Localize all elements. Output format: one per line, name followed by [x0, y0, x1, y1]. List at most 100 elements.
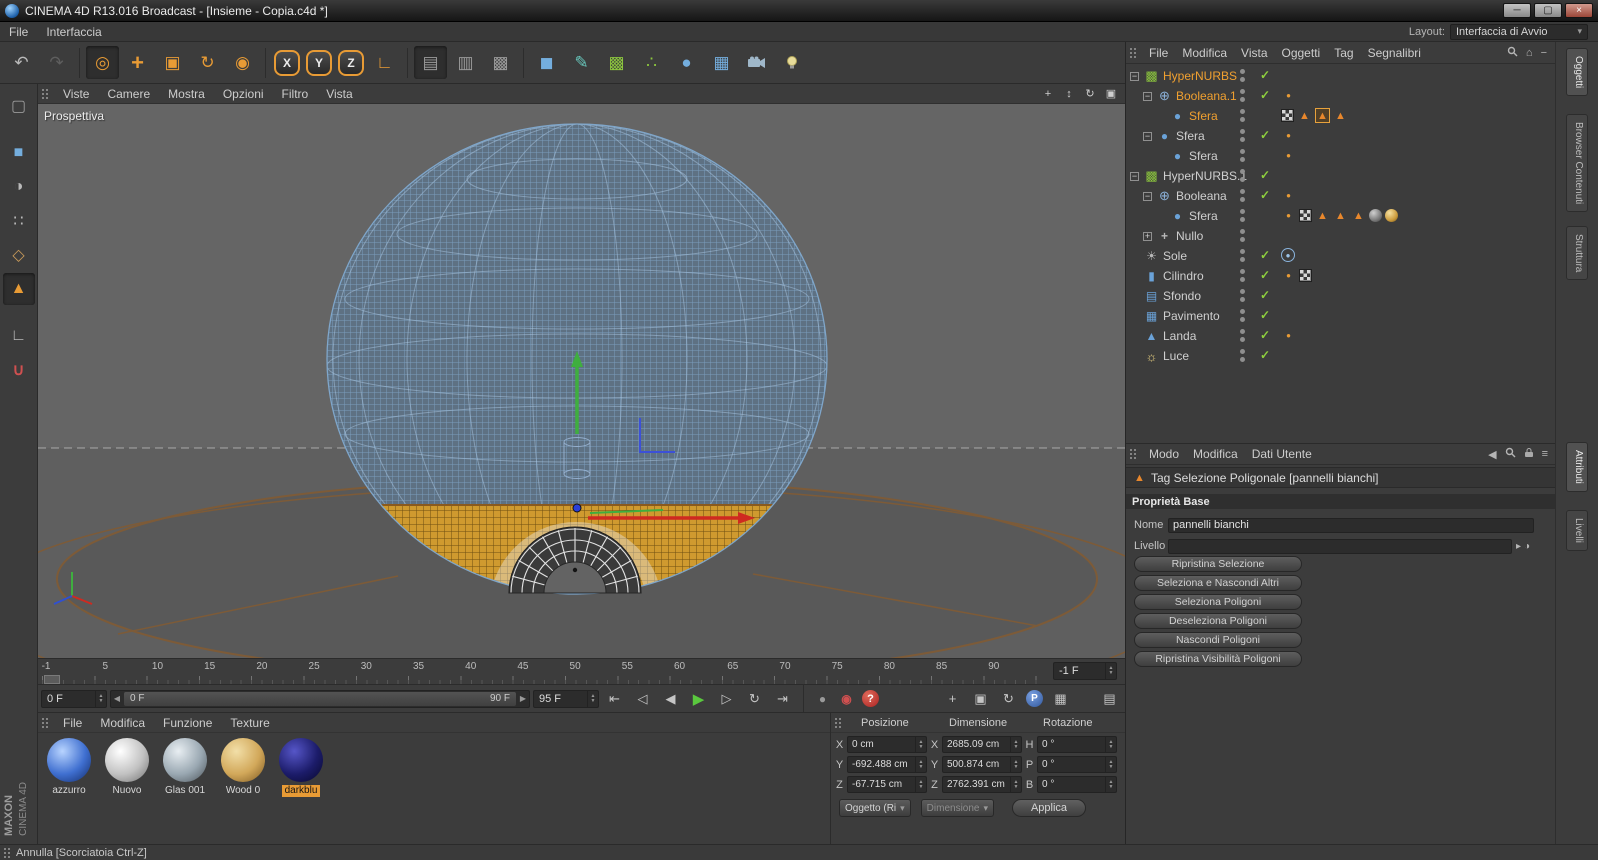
object-row-cilindro[interactable]: Cilindro: [1126, 266, 1556, 286]
add-spline-icon[interactable]: ✎: [565, 46, 598, 79]
workplane-icon[interactable]: ∟: [3, 320, 35, 352]
visibility-toggles[interactable]: [1240, 289, 1245, 302]
polygon-mode-icon[interactable]: ▲: [3, 273, 35, 305]
add-hypernurbs-icon[interactable]: ▩: [600, 46, 633, 79]
gold-material-tag[interactable]: [1385, 209, 1398, 222]
panel-grip[interactable]: [3, 847, 12, 859]
visibility-toggles[interactable]: [1240, 129, 1245, 142]
loop-button[interactable]: ↻: [742, 688, 767, 709]
seleziona-e-nascondi-altri-button[interactable]: Seleziona e Nascondi Altri: [1134, 575, 1302, 591]
ruler-ticks[interactable]: -1 5 10 15 20 25 30 35 40 45 50 55 60 65…: [42, 659, 1046, 685]
om-menu-file[interactable]: File: [1142, 46, 1175, 60]
polygon-selection-tag[interactable]: [1333, 208, 1348, 223]
autokey-icon[interactable]: ◉: [838, 690, 855, 707]
search-icon[interactable]: [1505, 447, 1516, 461]
collapse-icon[interactable]: [1143, 92, 1152, 101]
livello-input[interactable]: [1168, 539, 1512, 554]
object-row-landa[interactable]: Landa: [1126, 326, 1556, 346]
view-toggle-icon[interactable]: ▣: [1102, 86, 1120, 102]
current-frame-marker[interactable]: [44, 675, 60, 684]
position-z-field[interactable]: -67.715 cm: [847, 776, 927, 793]
visibility-toggles[interactable]: [1240, 269, 1245, 282]
object-row-hypernurbs1[interactable]: HyperNURBS.1: [1126, 166, 1556, 186]
object-row-sfera[interactable]: Sfera: [1126, 146, 1556, 166]
rotate-tool-icon[interactable]: ↻: [191, 46, 224, 79]
material-preview[interactable]: [221, 738, 265, 782]
dimension-x-field[interactable]: 2685.09 cm: [942, 736, 1022, 753]
tab-browser-contenuti[interactable]: Browser Contenuti: [1566, 114, 1588, 212]
add-metaball-icon[interactable]: ●: [670, 46, 703, 79]
enabled-check-icon[interactable]: [1260, 128, 1270, 142]
add-floor-icon[interactable]: ▦: [705, 46, 738, 79]
enabled-check-icon[interactable]: [1260, 348, 1270, 362]
am-menu-modifica[interactable]: Modifica: [1186, 447, 1245, 461]
om-menu-vista[interactable]: Vista: [1234, 46, 1274, 60]
enabled-check-icon[interactable]: [1260, 188, 1270, 202]
vp-menu-mostra[interactable]: Mostra: [159, 87, 214, 101]
model-mode-icon[interactable]: ■: [3, 137, 35, 169]
am-menu-dati-utente[interactable]: Dati Utente: [1245, 447, 1319, 461]
object-row-pavimento[interactable]: Pavimento: [1126, 306, 1556, 326]
texture-mode-icon[interactable]: ◑: [3, 171, 35, 203]
vp-menu-viste[interactable]: Viste: [54, 87, 98, 101]
dimension-z-field[interactable]: 2762.391 cm: [942, 776, 1022, 793]
add-array-icon[interactable]: ∴: [635, 46, 668, 79]
collapse-icon[interactable]: [1143, 132, 1152, 141]
visibility-toggles[interactable]: [1240, 249, 1245, 262]
axis-x-lock-button[interactable]: X: [274, 50, 300, 76]
mat-menu-file[interactable]: File: [54, 716, 91, 730]
panel-grip[interactable]: [1129, 47, 1138, 59]
menu-interfaccia[interactable]: Interfaccia: [37, 25, 110, 39]
rotation-h-field[interactable]: 0 °: [1037, 736, 1117, 753]
key-parameter-icon[interactable]: P: [1026, 690, 1043, 707]
render-settings-icon[interactable]: ▩: [484, 46, 517, 79]
material-tag[interactable]: [1281, 268, 1296, 283]
enabled-check-icon[interactable]: [1260, 268, 1270, 282]
texture-tag[interactable]: [1299, 209, 1312, 222]
redo-icon[interactable]: ↷: [40, 46, 73, 79]
object-row-sole[interactable]: Sole: [1126, 246, 1556, 266]
material-item[interactable]: Wood 0: [218, 738, 268, 797]
tab-struttura[interactable]: Struttura: [1566, 226, 1588, 280]
enabled-check-icon[interactable]: [1260, 308, 1270, 322]
collapse-all-icon[interactable]: −: [1541, 47, 1547, 59]
noise-material-tag[interactable]: [1369, 209, 1382, 222]
object-row-luce[interactable]: Luce: [1126, 346, 1556, 366]
home-icon[interactable]: ⌂: [1526, 47, 1533, 59]
polygon-selection-tag[interactable]: [1351, 208, 1366, 223]
maximize-button[interactable]: ▢: [1534, 3, 1562, 18]
material-item-selected[interactable]: darkblu: [276, 738, 326, 797]
mat-menu-funzione[interactable]: Funzione: [154, 716, 221, 730]
dimension-y-field[interactable]: 500.874 cm: [942, 756, 1022, 773]
range-bar[interactable]: 0 F 90 F: [124, 692, 516, 706]
history-back-icon[interactable]: ◀: [1488, 448, 1496, 461]
goto-start-button[interactable]: ⇤: [602, 688, 627, 709]
expand-icon[interactable]: [1143, 232, 1152, 241]
material-preview[interactable]: [163, 738, 207, 782]
next-frame-button[interactable]: ▷: [714, 688, 739, 709]
key-scale-icon[interactable]: ▣: [968, 688, 993, 709]
polygon-selection-tag-active[interactable]: [1315, 108, 1330, 123]
render-view-icon[interactable]: ▤: [414, 46, 447, 79]
help-button[interactable]: ?: [862, 690, 879, 707]
visibility-toggles[interactable]: [1240, 209, 1245, 222]
object-row-sfondo[interactable]: Sfondo: [1126, 286, 1556, 306]
camera-label[interactable]: Prospettiva: [44, 109, 104, 123]
current-frame-field[interactable]: -1 F: [1053, 662, 1117, 680]
key-rotation-icon[interactable]: ↻: [996, 688, 1021, 709]
panel-grip[interactable]: [41, 717, 50, 729]
texture-tag[interactable]: [1281, 109, 1294, 122]
material-preview[interactable]: [47, 738, 91, 782]
om-menu-modifica[interactable]: Modifica: [1175, 46, 1234, 60]
sky-material-tag[interactable]: [1281, 248, 1295, 262]
object-row-nullo[interactable]: Nullo: [1126, 226, 1556, 246]
enabled-check-icon[interactable]: [1260, 168, 1270, 182]
layout-dropdown[interactable]: Interfaccia di Avvio: [1450, 24, 1588, 40]
expand-timeline-icon[interactable]: ▤: [1097, 688, 1122, 709]
visibility-toggles[interactable]: [1240, 229, 1245, 242]
seleziona-poligoni-button[interactable]: Seleziona Poligoni: [1134, 594, 1302, 610]
render-picture-viewer-icon[interactable]: ▥: [449, 46, 482, 79]
rotation-p-field[interactable]: 0 °: [1037, 756, 1117, 773]
visibility-toggles[interactable]: [1240, 69, 1245, 82]
add-light-icon[interactable]: [775, 46, 808, 79]
